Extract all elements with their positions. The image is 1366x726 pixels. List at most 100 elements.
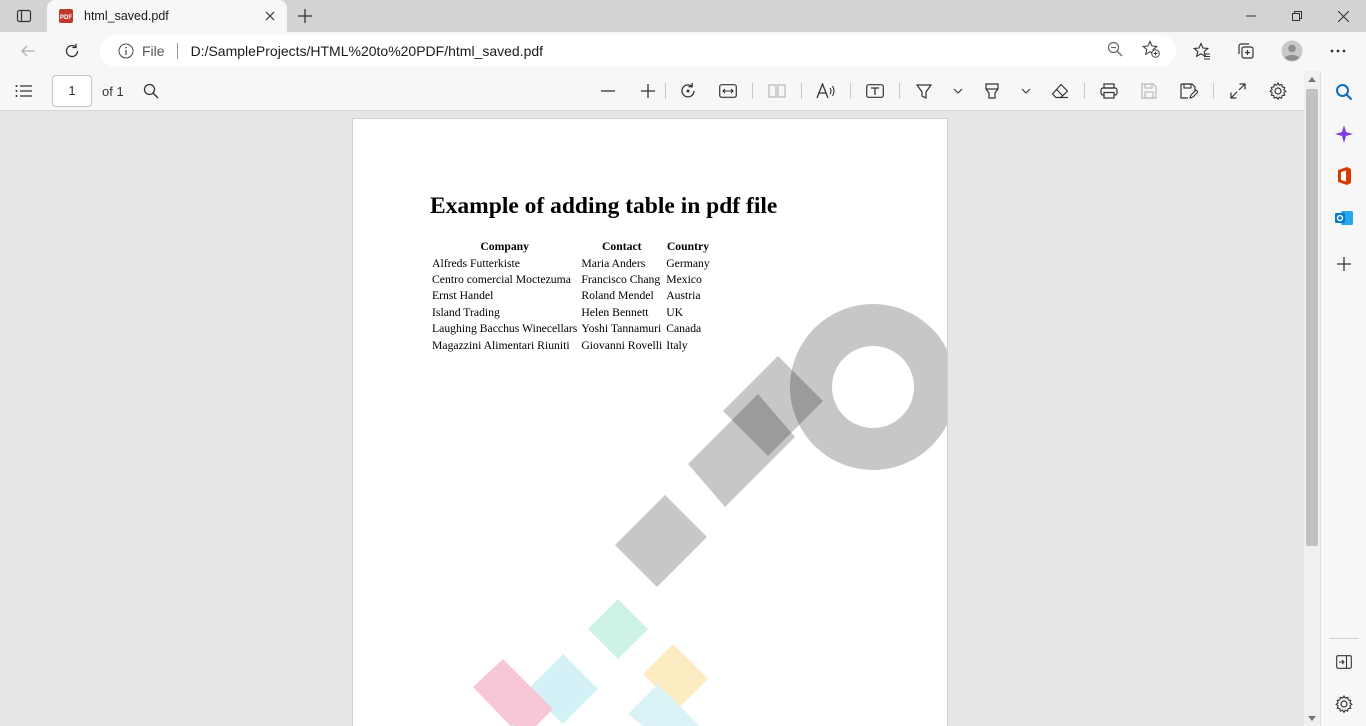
sidebar-divider <box>1329 638 1359 639</box>
cell-country: UK <box>666 305 684 319</box>
save-as-button[interactable] <box>1176 79 1202 103</box>
cell-country: Canada <box>666 322 702 336</box>
add-text-button[interactable] <box>862 79 888 103</box>
sidebar-settings-button[interactable] <box>1331 691 1357 717</box>
page-view-button[interactable] <box>764 79 790 103</box>
save-icon <box>1141 83 1157 99</box>
data-table: Company Contact Country Alfreds Futterki… <box>429 238 713 353</box>
back-button[interactable] <box>13 36 43 66</box>
address-divider <box>176 43 178 59</box>
draw-options-dropdown[interactable] <box>945 79 971 103</box>
table-header-row: Company Contact Country <box>431 238 711 255</box>
table-row: Laughing Bacchus Winecellars Yoshi Tanna… <box>431 321 711 337</box>
zoom-in-button[interactable] <box>635 79 661 103</box>
gear-icon <box>1335 695 1353 713</box>
info-icon[interactable] <box>118 43 134 59</box>
sidebar-office-button[interactable] <box>1331 163 1357 189</box>
search-icon <box>143 83 159 99</box>
sidebar-outlook-button[interactable] <box>1331 205 1357 231</box>
scroll-up-arrow-icon[interactable] <box>1307 74 1317 84</box>
chevron-down-icon <box>953 88 963 94</box>
zoom-out-icon[interactable] <box>1106 40 1124 58</box>
cell-company: Island Trading <box>432 305 500 319</box>
draw-icon <box>915 84 933 99</box>
window-close-icon <box>1337 10 1349 22</box>
more-icon <box>1330 49 1346 53</box>
restore-button[interactable] <box>1274 0 1320 32</box>
erase-button[interactable] <box>1047 79 1073 103</box>
print-icon <box>1100 83 1118 99</box>
save-button[interactable] <box>1136 79 1162 103</box>
contents-button[interactable] <box>11 79 37 103</box>
cell-contact: Yoshi Tannamuri <box>581 322 662 336</box>
highlight-options-dropdown[interactable] <box>1013 79 1039 103</box>
cell-contact: Roland Mendel <box>581 289 654 303</box>
minimize-button[interactable] <box>1228 0 1274 32</box>
draw-button[interactable] <box>911 79 937 103</box>
gear-icon <box>1269 82 1287 100</box>
more-button[interactable] <box>1323 36 1353 66</box>
minus-icon <box>601 90 615 92</box>
new-tab-button[interactable] <box>292 4 318 28</box>
profile-button[interactable] <box>1277 36 1307 66</box>
fit-to-page-button[interactable] <box>715 79 741 103</box>
hide-sidebar-button[interactable] <box>1331 649 1357 675</box>
save-as-icon <box>1180 83 1198 99</box>
url-text[interactable]: D:/SampleProjects/HTML%20to%20PDF/html_s… <box>191 43 1176 59</box>
cell-company: Ernst Handel <box>432 289 494 303</box>
table-row: Alfreds Futterkiste Maria Anders Germany <box>431 255 711 271</box>
rotate-button[interactable] <box>675 79 701 103</box>
pdf-toolbar: 1 of 1 <box>0 71 1320 111</box>
toolbar-divider <box>1084 83 1085 99</box>
rotate-icon <box>681 83 695 98</box>
cell-contact: Giovanni Rovelli <box>581 338 663 352</box>
toolbar-divider <box>752 83 753 99</box>
page-number-input[interactable]: 1 <box>52 75 92 107</box>
pdf-viewer: Example of adding table in pdf file Comp… <box>0 111 1304 726</box>
column-header-country: Country <box>666 240 710 253</box>
toolbar-divider <box>665 83 666 99</box>
edge-sidebar <box>1320 71 1366 726</box>
plus-icon <box>641 84 655 98</box>
address-bar[interactable]: File D:/SampleProjects/HTML%20to%20PDF/h… <box>100 35 1176 67</box>
toolbar-divider <box>801 83 802 99</box>
vertical-scrollbar[interactable] <box>1304 71 1320 726</box>
table-of-contents-icon <box>15 85 32 97</box>
sidebar-toggle-icon <box>1336 655 1352 669</box>
cell-contact: Francisco Chang <box>581 273 661 287</box>
sidebar-copilot-button[interactable] <box>1331 121 1357 147</box>
profile-icon <box>1281 40 1303 62</box>
star-plus-icon[interactable] <box>1142 40 1160 58</box>
zoom-out-button[interactable] <box>595 79 621 103</box>
full-screen-button[interactable] <box>1225 79 1251 103</box>
toolbar-divider <box>850 83 851 99</box>
scrollbar-thumb[interactable] <box>1306 89 1318 546</box>
toolbar-divider <box>1213 83 1214 99</box>
refresh-button[interactable] <box>57 36 87 66</box>
read-aloud-button[interactable] <box>813 79 839 103</box>
pdf-settings-button[interactable] <box>1265 79 1291 103</box>
tab-actions-icon[interactable] <box>8 4 40 28</box>
collections-button[interactable] <box>1231 36 1261 66</box>
highlight-button[interactable] <box>979 79 1005 103</box>
browser-tab[interactable]: PDF html_saved.pdf <box>47 0 287 32</box>
cell-contact: Helen Bennett <box>581 305 649 319</box>
read-aloud-icon <box>816 83 835 99</box>
find-button[interactable] <box>138 79 164 103</box>
sidebar-add-button[interactable] <box>1331 251 1357 277</box>
scheme-label: File <box>142 43 165 59</box>
text-box-icon <box>866 84 884 98</box>
favorites-button[interactable] <box>1187 36 1217 66</box>
scroll-down-arrow-icon[interactable] <box>1307 713 1317 723</box>
cell-country: Austria <box>666 289 701 303</box>
search-icon <box>1336 84 1353 101</box>
cell-company: Laughing Bacchus Winecellars <box>432 322 578 336</box>
window-close-button[interactable] <box>1320 0 1366 32</box>
restore-icon <box>1292 11 1302 21</box>
outlook-icon <box>1335 211 1353 225</box>
print-button[interactable] <box>1096 79 1122 103</box>
tab-title: html_saved.pdf <box>84 9 169 23</box>
sidebar-search-button[interactable] <box>1331 79 1357 105</box>
back-arrow-icon <box>21 45 35 57</box>
close-icon[interactable] <box>258 4 282 28</box>
